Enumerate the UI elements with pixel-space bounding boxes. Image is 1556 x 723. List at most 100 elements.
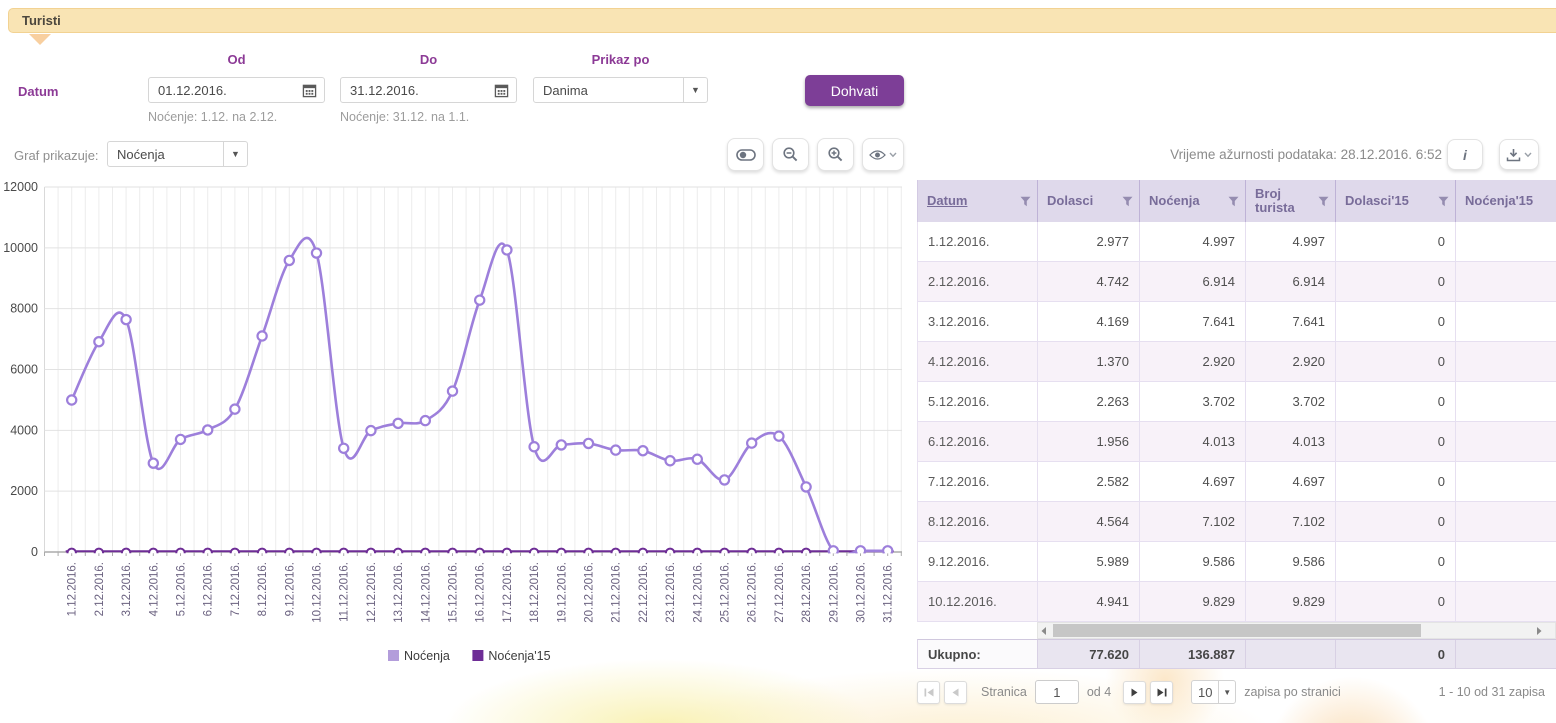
scroll-right-icon[interactable] — [1533, 623, 1545, 638]
data-point[interactable] — [448, 386, 457, 395]
legend-swatch — [472, 650, 483, 661]
table-cell — [1456, 342, 1556, 382]
filter-icon[interactable] — [1438, 196, 1449, 207]
table-cell — [1456, 262, 1556, 302]
column-header[interactable]: Broj turista — [1246, 180, 1336, 222]
table-row[interactable]: 5.12.2016.2.2633.7023.7020 — [918, 382, 1556, 422]
data-point[interactable] — [366, 426, 375, 435]
table-row[interactable]: 2.12.2016.4.7426.9146.9140 — [918, 262, 1556, 302]
table-row[interactable]: 3.12.2016.4.1697.6417.6410 — [918, 302, 1556, 342]
zoom-out-button[interactable] — [772, 138, 809, 171]
table-cell: 2.582 — [1038, 462, 1140, 502]
data-point[interactable] — [747, 439, 756, 448]
data-point[interactable] — [176, 435, 185, 444]
date-to-input[interactable]: 31.12.2016. — [340, 77, 517, 103]
calendar-icon[interactable] — [494, 83, 509, 98]
prikaz-po-select[interactable]: Danima ▼ — [533, 77, 708, 103]
column-header[interactable]: Dolasci'15 — [1336, 180, 1456, 222]
series-visibility-button[interactable] — [862, 138, 904, 171]
date-from-input[interactable]: 01.12.2016. — [148, 77, 325, 103]
data-point[interactable] — [611, 446, 620, 455]
info-button[interactable]: i — [1447, 139, 1483, 170]
table-cell: 0 — [1336, 262, 1456, 302]
data-point[interactable] — [203, 425, 212, 434]
column-header-label[interactable]: Noćenja — [1149, 194, 1200, 208]
table-cell: 0 — [1336, 422, 1456, 462]
x-axis-tick-label: 16.12.2016. — [475, 562, 487, 623]
table-cell: 0 — [1336, 382, 1456, 422]
panel-tab-turisti[interactable]: Turisti — [8, 8, 1556, 33]
data-point[interactable] — [312, 248, 321, 257]
column-header-label[interactable]: Datum — [927, 194, 967, 208]
scrollbar-thumb[interactable] — [1053, 624, 1421, 637]
data-point[interactable] — [421, 416, 430, 425]
filter-icon[interactable] — [1020, 196, 1031, 207]
table-row[interactable]: 4.12.2016.1.3702.9202.9200 — [918, 342, 1556, 382]
x-axis-tick-label: 17.12.2016. — [502, 562, 514, 623]
column-header[interactable]: Dolasci — [1038, 180, 1140, 222]
data-point[interactable] — [475, 296, 484, 305]
data-point[interactable] — [230, 405, 239, 414]
data-point[interactable] — [557, 440, 566, 449]
data-point[interactable] — [720, 475, 729, 484]
export-button[interactable] — [1499, 139, 1539, 170]
horizontal-scrollbar[interactable] — [1037, 622, 1556, 639]
filter-icon[interactable] — [1318, 196, 1329, 207]
table-row[interactable]: 9.12.2016.5.9899.5869.5860 — [918, 542, 1556, 582]
data-point[interactable] — [339, 444, 348, 453]
last-page-button[interactable] — [1150, 681, 1173, 704]
data-point[interactable] — [258, 331, 267, 340]
filter-icon[interactable] — [1228, 196, 1239, 207]
column-header-label[interactable]: Dolasci'15 — [1345, 194, 1409, 208]
data-point[interactable] — [774, 432, 783, 441]
legend-label[interactable]: Noćenja'15 — [488, 649, 550, 663]
x-axis-tick-label: 14.12.2016. — [420, 562, 432, 623]
column-header[interactable]: Datum — [918, 180, 1038, 222]
column-header-label[interactable]: Noćenja'15 — [1465, 194, 1533, 208]
table-cell: 3.702 — [1246, 382, 1336, 422]
data-point[interactable] — [666, 456, 675, 465]
data-point[interactable] — [67, 395, 76, 404]
data-point[interactable] — [638, 446, 647, 455]
table-row[interactable]: 8.12.2016.4.5647.1027.1020 — [918, 502, 1556, 542]
table-row[interactable]: 10.12.2016.4.9419.8299.8290 — [918, 582, 1556, 622]
column-header-label[interactable]: Broj turista — [1255, 187, 1318, 216]
column-header[interactable]: Noćenja'15 — [1456, 180, 1556, 222]
line-chart[interactable]: 0200040006000800010000120001.12.2016.2.1… — [0, 180, 912, 680]
filter-icon[interactable] — [1122, 196, 1133, 207]
table-cell: 5.989 — [1038, 542, 1140, 582]
calendar-icon[interactable] — [302, 83, 317, 98]
data-point[interactable] — [285, 256, 294, 265]
table-cell: 7.12.2016. — [918, 462, 1038, 502]
data-point[interactable] — [149, 459, 158, 468]
table-row[interactable]: 1.12.2016.2.9774.9974.9970 — [918, 222, 1556, 262]
data-point[interactable] — [94, 337, 103, 346]
next-page-button[interactable] — [1123, 681, 1146, 704]
graf-prikazuje-select[interactable]: Noćenja ▼ — [107, 141, 248, 167]
chart-toggle-button[interactable] — [727, 138, 764, 171]
table-row[interactable]: 6.12.2016.1.9564.0134.0130 — [918, 422, 1556, 462]
column-header[interactable]: Noćenja — [1140, 180, 1246, 222]
x-axis-tick-label: 5.12.2016. — [176, 562, 188, 616]
zoom-in-button[interactable] — [817, 138, 854, 171]
page-size-select[interactable]: 10 ▼ — [1191, 680, 1236, 704]
data-point[interactable] — [122, 315, 131, 324]
graf-prikazuje-value: Noćenja — [108, 142, 223, 166]
scroll-left-icon[interactable] — [1038, 623, 1050, 638]
previous-page-button[interactable] — [944, 681, 967, 704]
first-page-button[interactable] — [917, 681, 940, 704]
data-point[interactable] — [584, 439, 593, 448]
data-point[interactable] — [530, 442, 539, 451]
legend-label[interactable]: Noćenja — [404, 649, 450, 663]
do-label: Do — [340, 52, 517, 67]
data-point[interactable] — [394, 419, 403, 428]
data-point[interactable] — [502, 245, 511, 254]
page-number-input[interactable] — [1035, 680, 1079, 704]
data-point[interactable] — [693, 455, 702, 464]
dohvati-button[interactable]: Dohvati — [805, 75, 904, 106]
totals-value: 0 — [1336, 640, 1456, 669]
column-header-label[interactable]: Dolasci — [1047, 194, 1093, 208]
download-icon — [1506, 148, 1521, 162]
table-row[interactable]: 7.12.2016.2.5824.6974.6970 — [918, 462, 1556, 502]
data-point[interactable] — [802, 482, 811, 491]
